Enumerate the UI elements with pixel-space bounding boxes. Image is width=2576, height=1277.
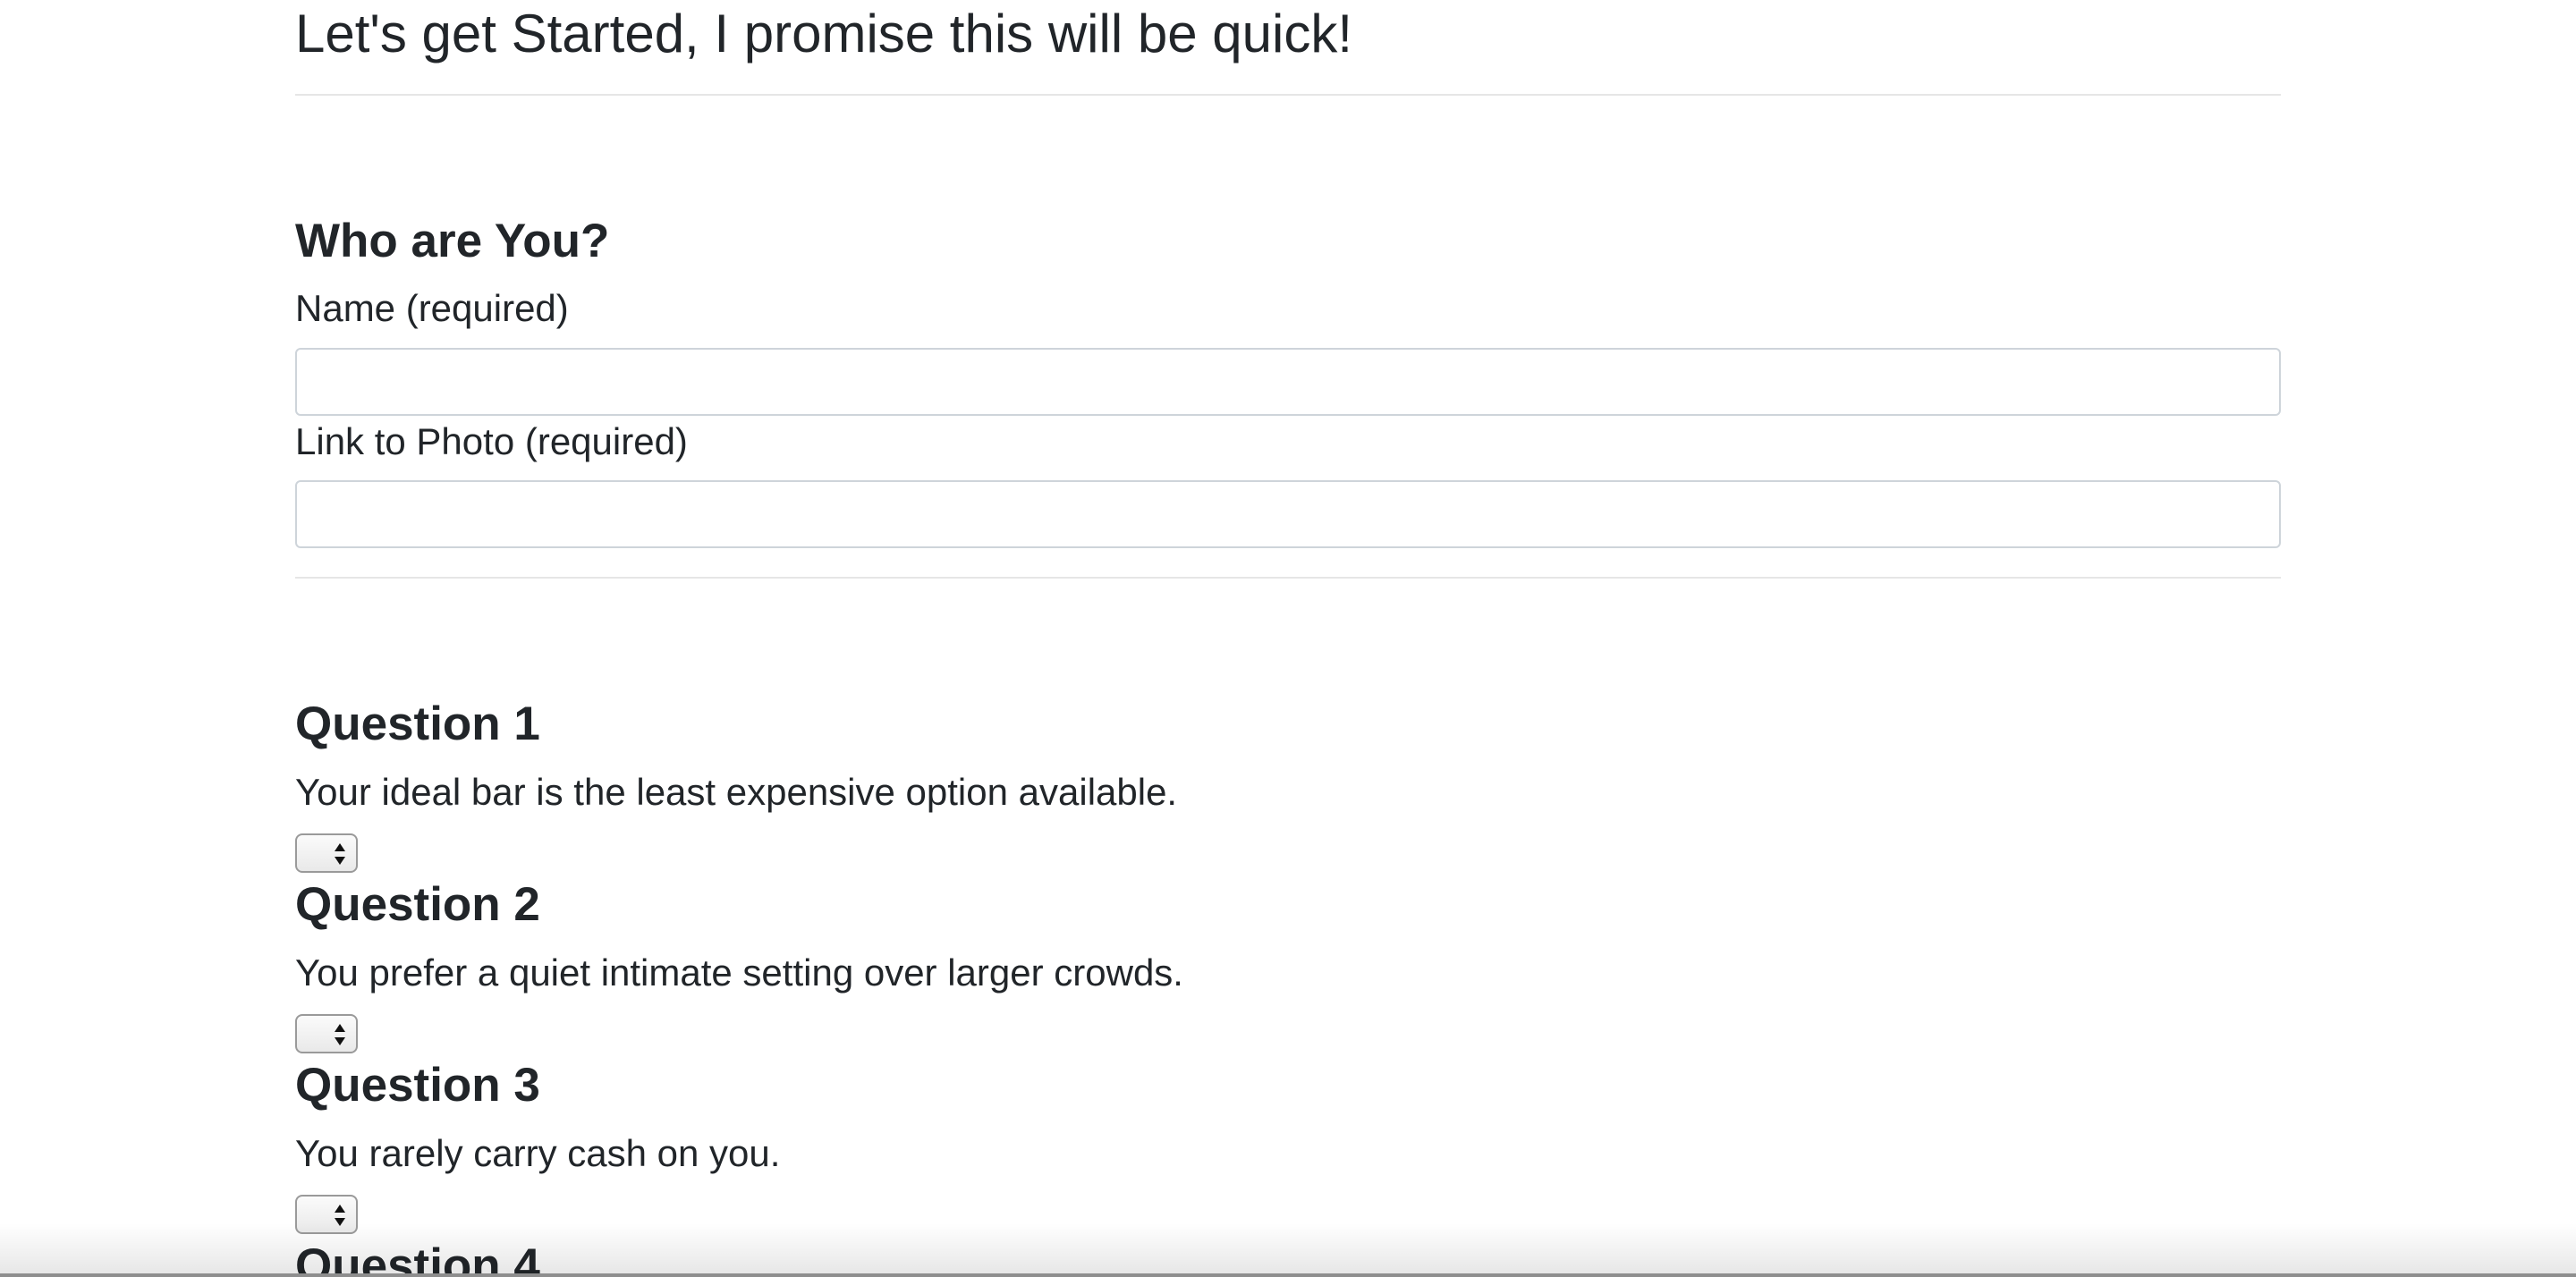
question-3-text: You rarely carry cash on you. [295,1132,781,1174]
question-4-heading: Question 4 [295,1239,540,1277]
question-1-heading: Question 1 [295,698,540,750]
question-1-select[interactable] [295,833,358,873]
question-2-heading: Question 2 [295,878,540,931]
name-label: Name (required) [295,287,569,329]
page-title: Let's get Started, I promise this will b… [295,4,1352,63]
who-section-heading: Who are You? [295,215,610,267]
question-3-select[interactable] [295,1195,358,1234]
question-1-text: Your ideal bar is the least expensive op… [295,771,1178,813]
question-2-select[interactable] [295,1014,358,1053]
up-down-arrows-icon [335,1205,345,1226]
up-down-arrows-icon [335,1024,345,1045]
up-down-arrows-icon [335,843,345,865]
viewport-bottom-edge [0,1273,2576,1277]
section-divider [295,577,2281,579]
title-divider [295,94,2281,96]
survey-page: Let's get Started, I promise this will b… [0,0,2576,1277]
photo-link-label: Link to Photo (required) [295,420,688,462]
name-input[interactable] [295,348,2281,416]
question-3-heading: Question 3 [295,1059,540,1112]
photo-link-input[interactable] [295,480,2281,548]
question-2-text: You prefer a quiet intimate setting over… [295,951,1183,994]
